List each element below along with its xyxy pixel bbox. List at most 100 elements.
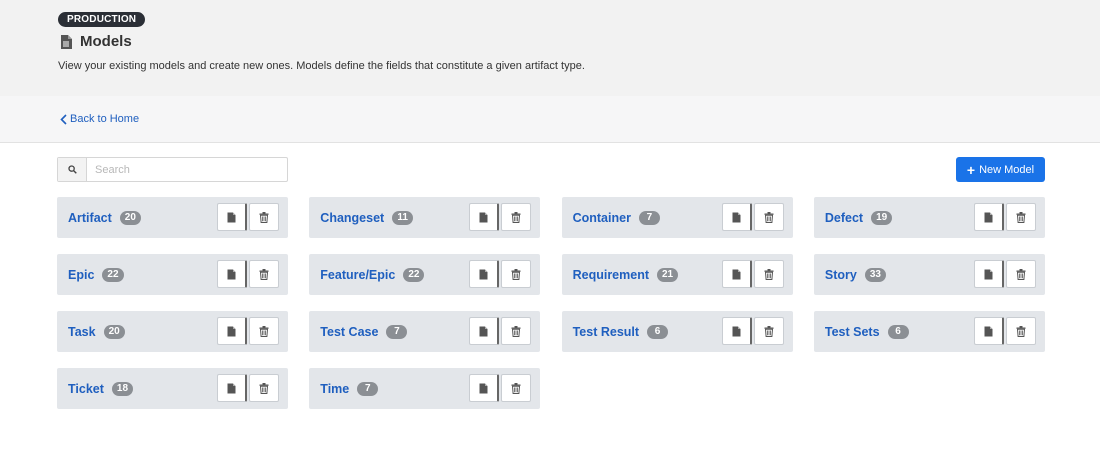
delete-model-button[interactable]	[753, 317, 784, 345]
field-count-badge: 18	[111, 381, 134, 396]
new-model-label: New Model	[979, 163, 1035, 176]
model-card: Test Case 7	[309, 311, 541, 352]
copy-model-button[interactable]	[973, 260, 1004, 288]
trash-icon	[511, 382, 521, 394]
model-card: Test Result 6	[561, 311, 793, 352]
copy-model-button[interactable]	[973, 203, 1004, 231]
model-name-link[interactable]: Task	[68, 325, 96, 339]
model-name-link[interactable]: Ticket	[68, 382, 104, 396]
model-actions	[469, 317, 532, 345]
model-actions	[469, 203, 532, 231]
copy-icon	[227, 269, 236, 279]
delete-model-button[interactable]	[501, 260, 532, 288]
copy-icon	[227, 326, 236, 336]
copy-model-button[interactable]	[469, 374, 500, 402]
model-name-link[interactable]: Changeset	[320, 211, 384, 225]
delete-model-button[interactable]	[501, 374, 532, 402]
model-name-link[interactable]: Artifact	[68, 211, 112, 225]
model-name-link[interactable]: Story	[825, 268, 857, 282]
trash-icon	[259, 325, 269, 337]
model-actions	[721, 260, 784, 288]
delete-model-button[interactable]	[1005, 260, 1036, 288]
model-card: Changeset 11	[309, 197, 541, 238]
delete-model-button[interactable]	[249, 260, 279, 288]
plus-icon: +	[966, 161, 976, 178]
copy-icon	[479, 269, 488, 279]
model-actions	[469, 374, 532, 402]
model-actions	[973, 317, 1036, 345]
model-name-link[interactable]: Test Result	[573, 325, 639, 339]
model-card: Story 33	[813, 254, 1045, 295]
search-input[interactable]	[87, 158, 287, 181]
search-icon	[58, 158, 87, 181]
delete-model-button[interactable]	[1005, 203, 1036, 231]
model-actions	[721, 317, 784, 345]
model-name-link[interactable]: Test Sets	[825, 325, 880, 339]
search-box	[57, 157, 288, 182]
field-count-badge: 22	[403, 267, 425, 282]
copy-model-button[interactable]	[217, 317, 247, 345]
field-count-badge: 6	[887, 324, 909, 339]
document-icon	[60, 34, 72, 49]
copy-icon	[479, 212, 488, 222]
model-card: Feature/Epic 22	[309, 254, 541, 295]
model-name-link[interactable]: Requirement	[573, 268, 649, 282]
copy-model-button[interactable]	[469, 317, 500, 345]
delete-model-button[interactable]	[501, 317, 532, 345]
model-card: Artifact 20	[57, 197, 288, 238]
copy-model-button[interactable]	[217, 374, 247, 402]
copy-model-button[interactable]	[721, 317, 752, 345]
model-actions	[973, 203, 1036, 231]
model-card: Requirement 21	[561, 254, 793, 295]
model-actions	[469, 260, 532, 288]
trash-icon	[511, 268, 521, 280]
back-to-home-link[interactable]: Back to Home	[60, 113, 139, 125]
trash-icon	[1016, 325, 1026, 337]
new-model-button[interactable]: + New Model	[956, 157, 1045, 182]
copy-model-button[interactable]	[217, 260, 247, 288]
page-title: Models	[80, 33, 132, 50]
model-name-link[interactable]: Test Case	[320, 325, 378, 339]
page-header: PRODUCTION Models View your existing mod…	[0, 0, 1100, 96]
copy-model-button[interactable]	[217, 203, 247, 231]
delete-model-button[interactable]	[249, 374, 279, 402]
copy-model-button[interactable]	[973, 317, 1004, 345]
field-count-badge: 19	[871, 210, 893, 225]
field-count-badge: 7	[638, 210, 660, 225]
field-count-badge: 20	[103, 324, 125, 339]
delete-model-button[interactable]	[249, 203, 279, 231]
delete-model-button[interactable]	[501, 203, 532, 231]
model-card: Ticket 18	[57, 368, 288, 409]
copy-model-button[interactable]	[469, 203, 500, 231]
copy-icon	[984, 212, 993, 222]
trash-icon	[1016, 268, 1026, 280]
copy-icon	[984, 269, 993, 279]
chevron-left-icon	[60, 113, 67, 125]
copy-icon	[984, 326, 993, 336]
model-actions	[217, 317, 279, 345]
delete-model-button[interactable]	[249, 317, 279, 345]
copy-model-button[interactable]	[721, 203, 752, 231]
trash-icon	[511, 211, 521, 223]
copy-icon	[732, 326, 741, 336]
field-count-badge: 11	[392, 210, 414, 225]
model-name-link[interactable]: Defect	[825, 211, 863, 225]
delete-model-button[interactable]	[753, 260, 784, 288]
page-description: View your existing models and create new…	[58, 60, 585, 72]
model-card: Time 7	[309, 368, 541, 409]
trash-icon	[1016, 211, 1026, 223]
model-name-link[interactable]: Container	[573, 211, 631, 225]
model-name-link[interactable]: Epic	[68, 268, 94, 282]
copy-model-button[interactable]	[721, 260, 752, 288]
field-count-badge: 7	[386, 324, 408, 339]
trash-icon	[764, 268, 774, 280]
model-card: Container 7	[561, 197, 793, 238]
delete-model-button[interactable]	[1005, 317, 1036, 345]
model-name-link[interactable]: Feature/Epic	[320, 268, 395, 282]
model-grid: Artifact 20 Changeset 11 Container 7 Def…	[57, 197, 1045, 409]
copy-model-button[interactable]	[469, 260, 500, 288]
delete-model-button[interactable]	[753, 203, 784, 231]
environment-badge: PRODUCTION	[58, 12, 146, 27]
model-name-link[interactable]: Time	[320, 382, 349, 396]
trash-icon	[259, 211, 269, 223]
